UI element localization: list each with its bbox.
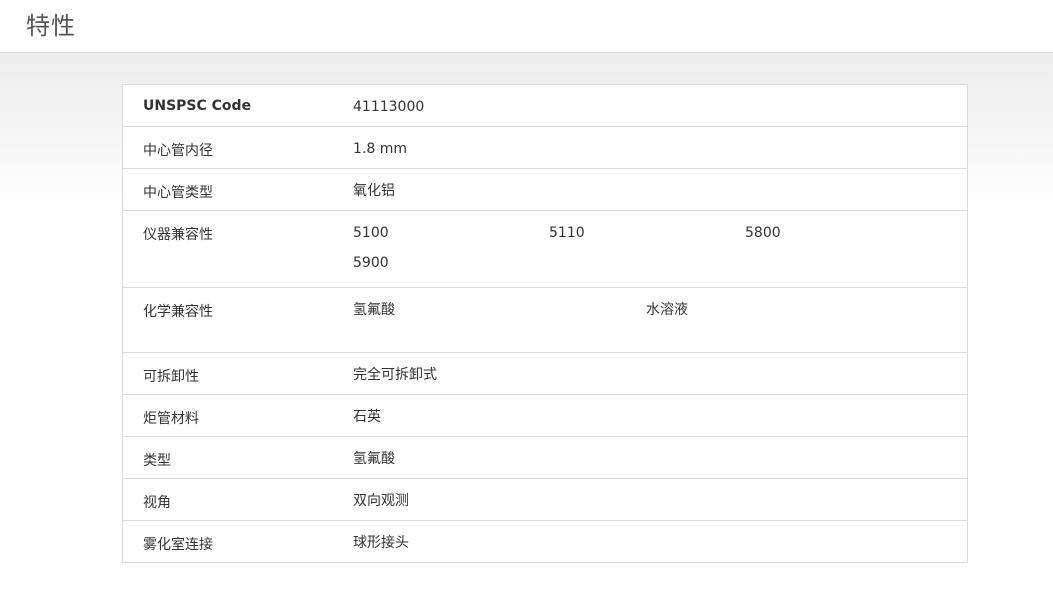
property-label: 类型 — [143, 453, 171, 469]
properties-table: UNSPSC Code 41113000 中心管内径 1.8 mm 中心管类型 … — [122, 84, 968, 563]
property-label: UNSPSC Code — [143, 98, 252, 114]
property-value: 41113000 — [353, 99, 425, 115]
property-label: 雾化室连接 — [143, 537, 213, 553]
property-label: 炬管材料 — [143, 411, 199, 427]
page-title: 特性 — [26, 12, 76, 40]
property-row-tube-type: 中心管类型 氧化铝 — [123, 169, 967, 211]
property-row-torch-material: 炬管材料 石英 — [123, 395, 967, 437]
property-value: 石英 — [353, 409, 381, 425]
property-row-type: 类型 氢氟酸 — [123, 437, 967, 479]
property-label: 中心管类型 — [143, 185, 213, 201]
property-value: 氢氟酸 — [353, 302, 395, 318]
content-area: UNSPSC Code 41113000 中心管内径 1.8 mm 中心管类型 … — [0, 53, 1053, 602]
property-row-spray-chamber-connection: 雾化室连接 球形接头 — [123, 521, 967, 562]
property-row-instrument-compatibility: 仪器兼容性 5100 5110 5800 5900 — [123, 211, 967, 288]
property-value: 5100 — [353, 225, 389, 241]
property-row-inner-diameter: 中心管内径 1.8 mm — [123, 127, 967, 169]
page-header: 特性 — [0, 0, 1053, 53]
property-label: 仪器兼容性 — [143, 227, 213, 243]
property-value: 5110 — [549, 225, 585, 241]
property-label: 化学兼容性 — [143, 304, 213, 320]
property-value: 5900 — [353, 255, 389, 271]
property-row-demountability: 可拆卸性 完全可拆卸式 — [123, 353, 967, 395]
property-value: 双向观测 — [353, 493, 409, 509]
property-label: 中心管内径 — [143, 143, 213, 159]
property-label: 视角 — [143, 495, 171, 511]
property-row-chemical-compatibility: 化学兼容性 氢氟酸 水溶液 — [123, 288, 967, 353]
property-value: 完全可拆卸式 — [353, 367, 437, 383]
property-row-viewing: 视角 双向观测 — [123, 479, 967, 521]
property-value: 5800 — [745, 225, 781, 241]
property-label: 可拆卸性 — [143, 369, 199, 385]
property-value: 氧化铝 — [353, 183, 395, 199]
property-value: 水溶液 — [646, 302, 688, 318]
property-row-unspsc: UNSPSC Code 41113000 — [123, 85, 967, 127]
property-value: 球形接头 — [353, 535, 409, 551]
property-value: 氢氟酸 — [353, 451, 395, 467]
property-value: 1.8 mm — [353, 141, 407, 157]
